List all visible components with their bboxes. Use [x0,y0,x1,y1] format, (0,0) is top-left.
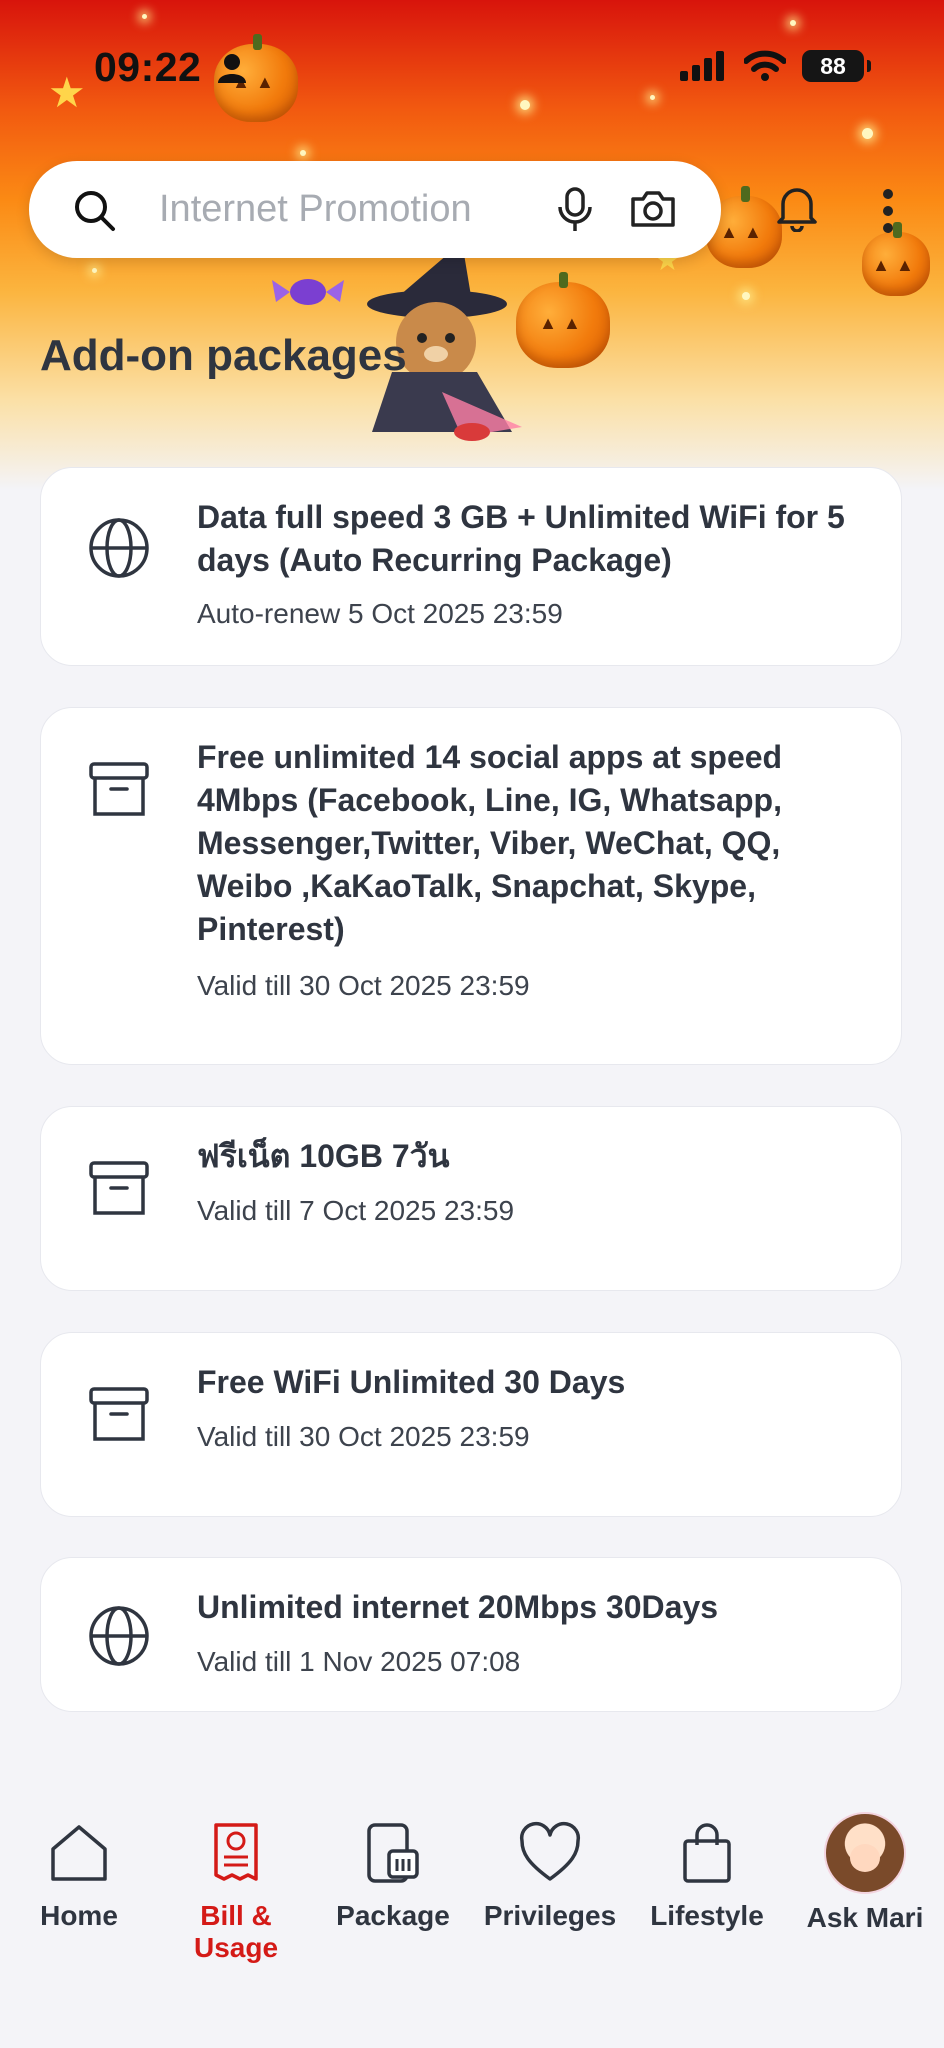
package-validity: Valid till 30 Oct 2025 23:59 [197,1421,530,1452]
shopping-bag-icon [683,1823,731,1883]
star-decoration: ★ [48,69,86,116]
nav-label: Ask Mari [806,1902,924,1933]
package-card[interactable]: Free WiFi Unlimited 30 Days Valid till 3… [40,1332,902,1517]
nav-label: Package [336,1900,450,1931]
nav-privileges[interactable]: Privileges [471,1800,629,1932]
package-validity: Valid till 30 Oct 2025 23:59 [197,970,530,1001]
package-card[interactable]: Unlimited internet 20Mbps 30Days Valid t… [40,1557,902,1712]
package-validity: Auto-renew 5 Oct 2025 23:59 [197,598,563,629]
heart-icon [519,1822,581,1881]
wifi-icon [744,50,786,81]
nav-ask-mari[interactable]: Ask Mari [786,1800,944,1934]
package-card[interactable]: ฟรีเน็ต 10GB 7วัน Valid till 7 Oct 2025 … [40,1106,902,1291]
status-time: 09:22 [94,44,202,90]
sim-phone-icon [367,1823,419,1883]
package-validity: Valid till 7 Oct 2025 23:59 [197,1195,515,1226]
package-title: Data full speed 3 GB + Unlimited WiFi fo… [197,499,845,578]
bill-icon [214,1823,258,1881]
package-card[interactable]: Data full speed 3 GB + Unlimited WiFi fo… [40,467,902,666]
nav-label: Privileges [483,1900,617,1931]
nav-package[interactable]: Package [314,1800,472,1932]
nav-bill-usage[interactable]: Bill & Usage [157,1800,315,1964]
assistant-avatar [824,1812,906,1894]
user-icon [218,54,246,83]
archive-box-icon [89,1161,149,1215]
package-title: Free WiFi Unlimited 30 Days [197,1364,626,1400]
archive-box-icon [89,762,149,816]
nav-lifestyle[interactable]: Lifestyle [628,1800,786,1932]
globe-icon [89,1606,149,1666]
home-icon [51,1825,107,1881]
nav-home[interactable]: Home [0,1800,158,1932]
more-options-icon[interactable] [882,188,894,234]
bell-icon[interactable] [775,184,819,232]
nav-label: Lifestyle [650,1900,764,1931]
nav-label: Home [40,1900,118,1931]
search-bar[interactable] [29,161,721,258]
nav-label: Bill & Usage [193,1900,279,1963]
search-icon[interactable] [73,189,117,233]
battery-indicator: 88 [802,50,871,82]
search-input[interactable] [159,181,549,237]
package-title: Unlimited internet 20Mbps 30Days [197,1589,719,1625]
package-card[interactable]: Free unlimited 14 social apps at speed 4… [40,707,902,1065]
pumpkin-decoration: ▲▲ [862,222,930,296]
package-validity: Valid till 1 Nov 2025 07:08 [197,1646,521,1677]
signal-icon [680,51,724,81]
home-indicator [330,2018,614,2028]
archive-box-icon [89,1387,149,1441]
package-title: ฟรีเน็ต 10GB 7วัน [197,1138,450,1174]
page-title: Add-on packages [40,331,407,380]
camera-icon[interactable] [629,189,677,229]
candy-decoration [272,279,344,305]
microphone-icon[interactable] [557,187,593,233]
package-title: Free unlimited 14 social apps at speed 4… [197,739,783,947]
bottom-navigation: Home Bill & Usage Package Privileges Lif… [0,1800,944,1963]
globe-icon [89,518,149,578]
